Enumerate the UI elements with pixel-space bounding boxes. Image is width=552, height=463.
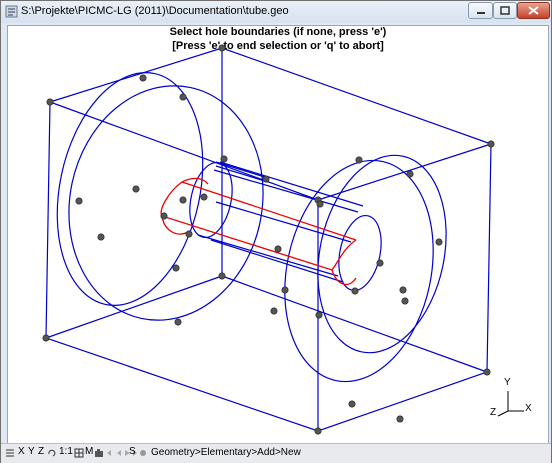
app-icon bbox=[5, 5, 18, 18]
geometry-point[interactable] bbox=[396, 415, 404, 423]
stop-button[interactable]: S bbox=[129, 446, 136, 457]
close-button[interactable] bbox=[517, 2, 550, 19]
geometry-point[interactable] bbox=[132, 185, 140, 193]
status-breadcrumb: Geometry>Elementary>Add>New bbox=[151, 447, 301, 458]
minimize-button[interactable] bbox=[468, 2, 493, 19]
geometry-point[interactable] bbox=[172, 264, 180, 272]
geometry-point[interactable] bbox=[262, 175, 270, 183]
geometry-point[interactable] bbox=[46, 98, 54, 106]
geometry-point[interactable] bbox=[487, 140, 495, 148]
geometry-point[interactable] bbox=[270, 307, 278, 315]
geometry-point[interactable] bbox=[179, 196, 187, 204]
geometry-point[interactable] bbox=[399, 286, 407, 294]
graphics-viewport[interactable]: Select hole boundaries (if none, press '… bbox=[7, 25, 549, 445]
menu-icon[interactable] bbox=[5, 448, 15, 458]
geometry-point[interactable] bbox=[316, 200, 324, 208]
geometry-point[interactable] bbox=[97, 233, 105, 241]
wireframe-lines bbox=[45, 47, 492, 432]
geometry-point[interactable] bbox=[220, 155, 228, 163]
geometry-point[interactable] bbox=[185, 230, 193, 238]
geometry-point[interactable] bbox=[401, 297, 409, 305]
grid-icon[interactable] bbox=[74, 448, 84, 458]
view-y-button[interactable]: Y bbox=[28, 446, 35, 457]
axis-z-label: Z bbox=[490, 407, 497, 418]
app-window: S:\Projekte\PICMC-LG (2011)\Documentatio… bbox=[0, 0, 552, 463]
mesh-button[interactable]: M bbox=[85, 446, 93, 457]
title-bar: S:\Projekte\PICMC-LG (2011)\Documentatio… bbox=[1, 1, 551, 23]
axis-y-label: Y bbox=[504, 377, 511, 388]
geometry-point[interactable] bbox=[179, 93, 187, 101]
geometry-point[interactable] bbox=[435, 238, 443, 246]
geometry-point[interactable] bbox=[483, 368, 491, 376]
geometry-point[interactable] bbox=[274, 245, 282, 253]
geometry-point[interactable] bbox=[160, 212, 168, 220]
axes-indicator: Y X Z bbox=[490, 377, 532, 422]
geometry-point[interactable] bbox=[406, 170, 414, 178]
maximize-icon bbox=[500, 6, 510, 15]
geometry-point[interactable] bbox=[348, 400, 356, 408]
geometry-point[interactable] bbox=[355, 156, 363, 164]
geometry-point[interactable] bbox=[218, 272, 226, 280]
geometry-point[interactable] bbox=[351, 287, 359, 295]
geometry-point[interactable] bbox=[200, 193, 208, 201]
camera-icon[interactable] bbox=[94, 448, 104, 458]
scale-button[interactable]: 1:1 bbox=[59, 446, 73, 457]
close-icon bbox=[528, 6, 539, 15]
geometry-point[interactable] bbox=[376, 259, 384, 267]
geometry-drawing[interactable] bbox=[8, 26, 548, 444]
separator-icon bbox=[140, 450, 146, 456]
geometry-point[interactable] bbox=[314, 427, 322, 435]
rotate-icon[interactable] bbox=[47, 448, 57, 458]
geometry-point[interactable] bbox=[139, 74, 147, 82]
geometry-point[interactable] bbox=[42, 334, 50, 342]
minimize-icon bbox=[477, 12, 485, 14]
maximize-button[interactable] bbox=[493, 2, 517, 19]
geometry-point[interactable] bbox=[174, 318, 182, 326]
status-bar: X Y Z 1:1 M S Geometry>Elementary>Add>Ne… bbox=[1, 443, 551, 463]
window-title: S:\Projekte\PICMC-LG (2011)\Documentatio… bbox=[21, 5, 289, 17]
view-z-button[interactable]: Z bbox=[38, 446, 44, 457]
geometry-point[interactable] bbox=[281, 286, 289, 294]
geometry-point[interactable] bbox=[75, 197, 83, 205]
geometry-points bbox=[42, 44, 495, 435]
geometry-point[interactable] bbox=[218, 44, 226, 52]
view-x-button[interactable]: X bbox=[18, 446, 25, 457]
axis-x-label: X bbox=[525, 403, 532, 414]
geometry-point[interactable] bbox=[315, 311, 323, 319]
